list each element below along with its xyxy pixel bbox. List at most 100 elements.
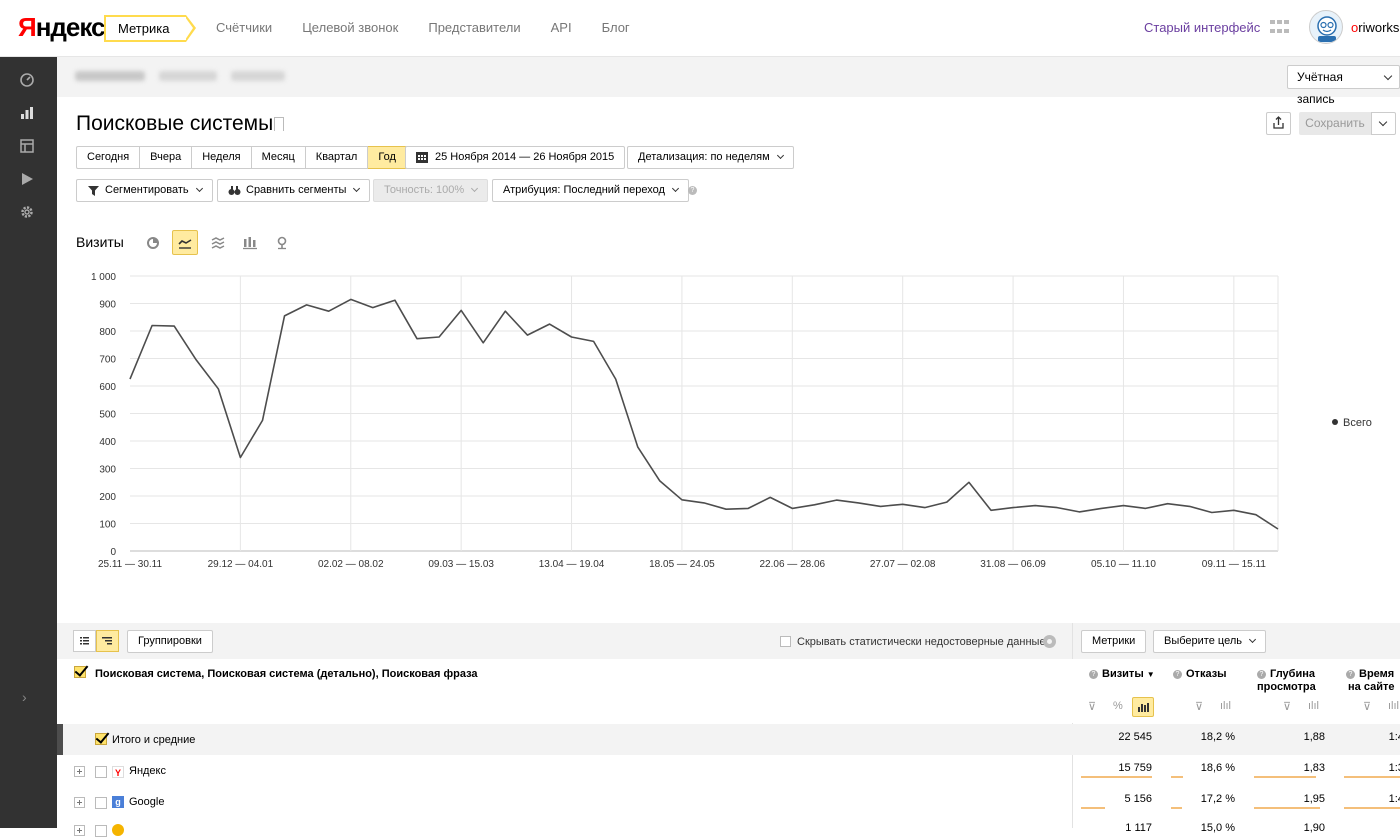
map-icon[interactable] [269, 230, 295, 255]
help-icon[interactable]: ? [1089, 670, 1098, 679]
bar-toggle-icon[interactable] [1132, 697, 1154, 717]
hide-unreliable-checkbox[interactable] [780, 636, 791, 647]
row-checkbox[interactable] [95, 766, 107, 778]
help-icon[interactable]: ? [688, 186, 697, 195]
filter-funnel-icon[interactable]: ⊽ [1363, 700, 1371, 713]
period-month[interactable]: Месяц [251, 146, 306, 169]
area-chart-icon[interactable] [205, 230, 231, 255]
row-label[interactable]: Google [129, 796, 164, 808]
x-tick-label: 22.06 — 28.06 [760, 559, 826, 570]
yandex-favicon-icon: Y [112, 766, 124, 778]
segment-button[interactable]: Сегментировать [76, 179, 213, 202]
groupings-button[interactable]: Группировки [127, 630, 213, 653]
nav-target-call[interactable]: Целевой звонок [302, 20, 398, 35]
expand-row-icon[interactable] [74, 797, 85, 808]
bookmark-icon[interactable] [274, 117, 284, 131]
breadcrumb [57, 57, 1400, 97]
row-checkbox[interactable] [95, 825, 107, 837]
help-icon[interactable]: ? [1346, 670, 1355, 679]
hide-unreliable-label[interactable]: Скрывать статистически недостоверные дан… [797, 636, 1046, 648]
maps-icon[interactable] [18, 138, 36, 156]
nav-blog[interactable]: Блог [602, 20, 630, 35]
top-nav: Счётчики Целевой звонок Представители AP… [216, 20, 660, 35]
export-icon [1273, 116, 1284, 129]
avatar[interactable] [1309, 10, 1343, 44]
period-today[interactable]: Сегодня [76, 146, 141, 169]
visits-share-bar [1081, 807, 1105, 809]
accuracy-dropdown[interactable]: Точность: 100% [373, 179, 489, 202]
select-all-checkbox[interactable] [74, 666, 86, 678]
row-label[interactable]: Яндекс [129, 765, 166, 777]
period-selector: Сегодня Вчера Неделя Месяц Квартал Год [76, 146, 407, 169]
bar-toggle-icon[interactable]: ılıl [1308, 700, 1319, 712]
export-button[interactable] [1266, 112, 1291, 135]
column-visits[interactable]: ? Визиты ▼ [1089, 668, 1155, 681]
google-favicon-icon: g [112, 796, 124, 808]
y-tick-label: 0 [110, 547, 116, 558]
expand-row-icon[interactable] [74, 825, 85, 836]
metrika-product-badge[interactable]: Метрика [104, 15, 197, 42]
depth-share-bar [1254, 776, 1316, 778]
tree-view-icon[interactable] [96, 630, 119, 652]
settings-gear-icon[interactable] [18, 204, 36, 222]
top-bar: Яндекс Метрика Счётчики Целевой звонок П… [0, 0, 1400, 57]
y-tick-label: 900 [99, 300, 116, 311]
period-week[interactable]: Неделя [192, 146, 252, 169]
webvisor-play-icon[interactable] [18, 171, 36, 189]
bounce-share-bar [1171, 807, 1182, 809]
filter-funnel-icon[interactable]: ⊽ [1283, 700, 1291, 713]
compare-segments-button[interactable]: Сравнить сегменты [217, 179, 371, 202]
nav-representatives[interactable]: Представители [428, 20, 520, 35]
period-yesterday[interactable]: Вчера [140, 146, 193, 169]
metrics-button[interactable]: Метрики [1081, 630, 1147, 653]
apps-grid-icon[interactable] [1270, 20, 1291, 35]
y-tick-label: 600 [99, 382, 116, 393]
time-share-bar [1344, 807, 1400, 809]
chart-legend[interactable]: Всего [1332, 417, 1372, 429]
row-bounce: 15,0 % [1200, 822, 1235, 834]
compare-icon [228, 186, 241, 195]
column-bounce[interactable]: ? Отказы [1173, 668, 1227, 681]
flat-list-view-icon[interactable] [73, 630, 96, 652]
dimension-header: Поисковая система, Поисковая система (де… [95, 668, 478, 680]
help-icon[interactable]: ? [1173, 670, 1182, 679]
help-icon[interactable]: ? [1257, 670, 1266, 679]
detail-dropdown[interactable]: Детализация: по неделям [627, 146, 794, 169]
bar-toggle-icon[interactable]: ılıl [1220, 700, 1231, 712]
date-range-button[interactable]: 25 Ноября 2014 — 26 Ноября 2015 [405, 146, 626, 169]
row-checkbox[interactable] [95, 797, 107, 809]
period-year[interactable]: Год [368, 146, 407, 169]
row-depth: 1,95 [1303, 793, 1325, 805]
expand-row-icon[interactable] [74, 766, 85, 777]
nav-counters[interactable]: Счётчики [216, 20, 272, 35]
gear-icon[interactable] [1043, 635, 1056, 648]
bar-toggle-icon[interactable]: ılıl [1388, 700, 1399, 712]
expand-sidebar-chevron-icon[interactable]: › [22, 689, 27, 705]
period-quarter[interactable]: Квартал [305, 146, 369, 169]
save-dropdown-button[interactable] [1371, 112, 1396, 135]
total-bounce: 18,2 % [1200, 731, 1235, 743]
account-dropdown-button[interactable]: Учётная запись [1287, 65, 1400, 106]
filter-funnel-icon[interactable]: ⊽ [1195, 700, 1203, 713]
line-chart-icon[interactable] [172, 230, 198, 255]
user-name[interactable]: oriworks [1351, 20, 1399, 35]
save-button[interactable]: Сохранить [1299, 112, 1371, 135]
column-time[interactable]: ? Время на сайте [1346, 668, 1394, 694]
y-tick-label: 500 [99, 410, 116, 421]
yandex-logo[interactable]: Яндекс [18, 12, 105, 43]
select-goal-dropdown[interactable]: Выберите цель [1153, 630, 1266, 653]
filter-funnel-icon[interactable]: ⊽ [1088, 700, 1096, 713]
column-depth[interactable]: ? Глубина просмотра [1257, 668, 1316, 694]
pie-chart-icon[interactable] [140, 230, 166, 255]
nav-api[interactable]: API [551, 20, 572, 35]
bar-chart-icon[interactable] [237, 230, 263, 255]
total-checkbox[interactable] [95, 733, 107, 745]
total-time: 1:43 [1388, 731, 1400, 743]
reports-icon[interactable] [18, 105, 36, 123]
series-line-total [129, 298, 1279, 530]
row-depth: 1,83 [1303, 762, 1325, 774]
old-interface-link[interactable]: Старый интерфейс [1144, 20, 1260, 35]
attribution-dropdown[interactable]: Атрибуция: Последний переход [492, 179, 689, 202]
percent-toggle[interactable]: % [1113, 700, 1123, 712]
dashboard-icon[interactable] [18, 72, 36, 90]
